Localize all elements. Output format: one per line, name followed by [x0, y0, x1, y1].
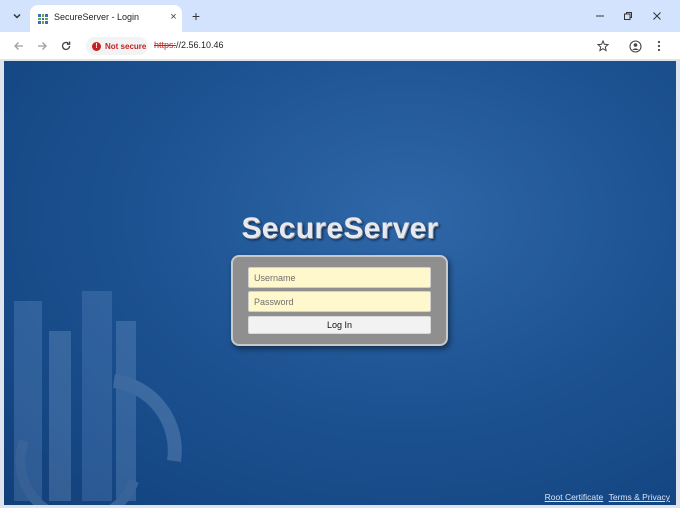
- terms-privacy-link[interactable]: Terms & Privacy: [609, 492, 670, 502]
- security-chip[interactable]: ! Not secure: [86, 37, 148, 55]
- favicon-icon: [37, 12, 49, 24]
- browser-window: SecureServer - Login × + ! Not secure ht…: [0, 0, 680, 508]
- close-window-icon[interactable]: [649, 8, 665, 24]
- forward-arrow-icon[interactable]: [33, 37, 51, 55]
- kebab-menu-icon[interactable]: [650, 37, 668, 55]
- decorative-buildings-graphic: [14, 291, 182, 505]
- password-field[interactable]: [248, 291, 431, 312]
- login-button[interactable]: Log In: [248, 316, 431, 334]
- login-page: SecureServer Log In Root Certificate Ter…: [4, 61, 676, 505]
- warning-icon: !: [92, 41, 101, 51]
- root-certificate-link[interactable]: Root Certificate: [545, 492, 604, 502]
- browser-toolbar: ! Not secure https://2.56.10.46: [0, 32, 680, 60]
- footer-links: Root Certificate Terms & Privacy: [542, 492, 670, 502]
- login-form: Log In: [231, 255, 448, 346]
- plus-icon[interactable]: +: [188, 7, 204, 25]
- tab-search-icon[interactable]: [8, 7, 26, 25]
- username-field[interactable]: [248, 267, 431, 288]
- browser-tab[interactable]: SecureServer - Login ×: [30, 5, 182, 32]
- not-secure-label: Not secure: [105, 41, 147, 51]
- url-scheme: https:: [154, 40, 177, 50]
- bookmark-star-icon[interactable]: [594, 37, 612, 55]
- url-text[interactable]: https://2.56.10.46: [154, 40, 224, 50]
- close-icon[interactable]: ×: [167, 10, 180, 24]
- tab-strip: SecureServer - Login × +: [0, 0, 680, 32]
- address-bar[interactable]: ! Not secure https://2.56.10.46: [84, 35, 622, 57]
- brand-title: SecureServer: [241, 212, 439, 245]
- back-arrow-icon[interactable]: [10, 37, 28, 55]
- tab-title: SecureServer - Login: [54, 12, 140, 22]
- reload-icon[interactable]: [57, 37, 75, 55]
- url-host: //2.56.10.46: [176, 40, 224, 50]
- minimize-icon[interactable]: [592, 8, 608, 24]
- restore-icon[interactable]: [620, 8, 636, 24]
- profile-icon[interactable]: [626, 37, 644, 55]
